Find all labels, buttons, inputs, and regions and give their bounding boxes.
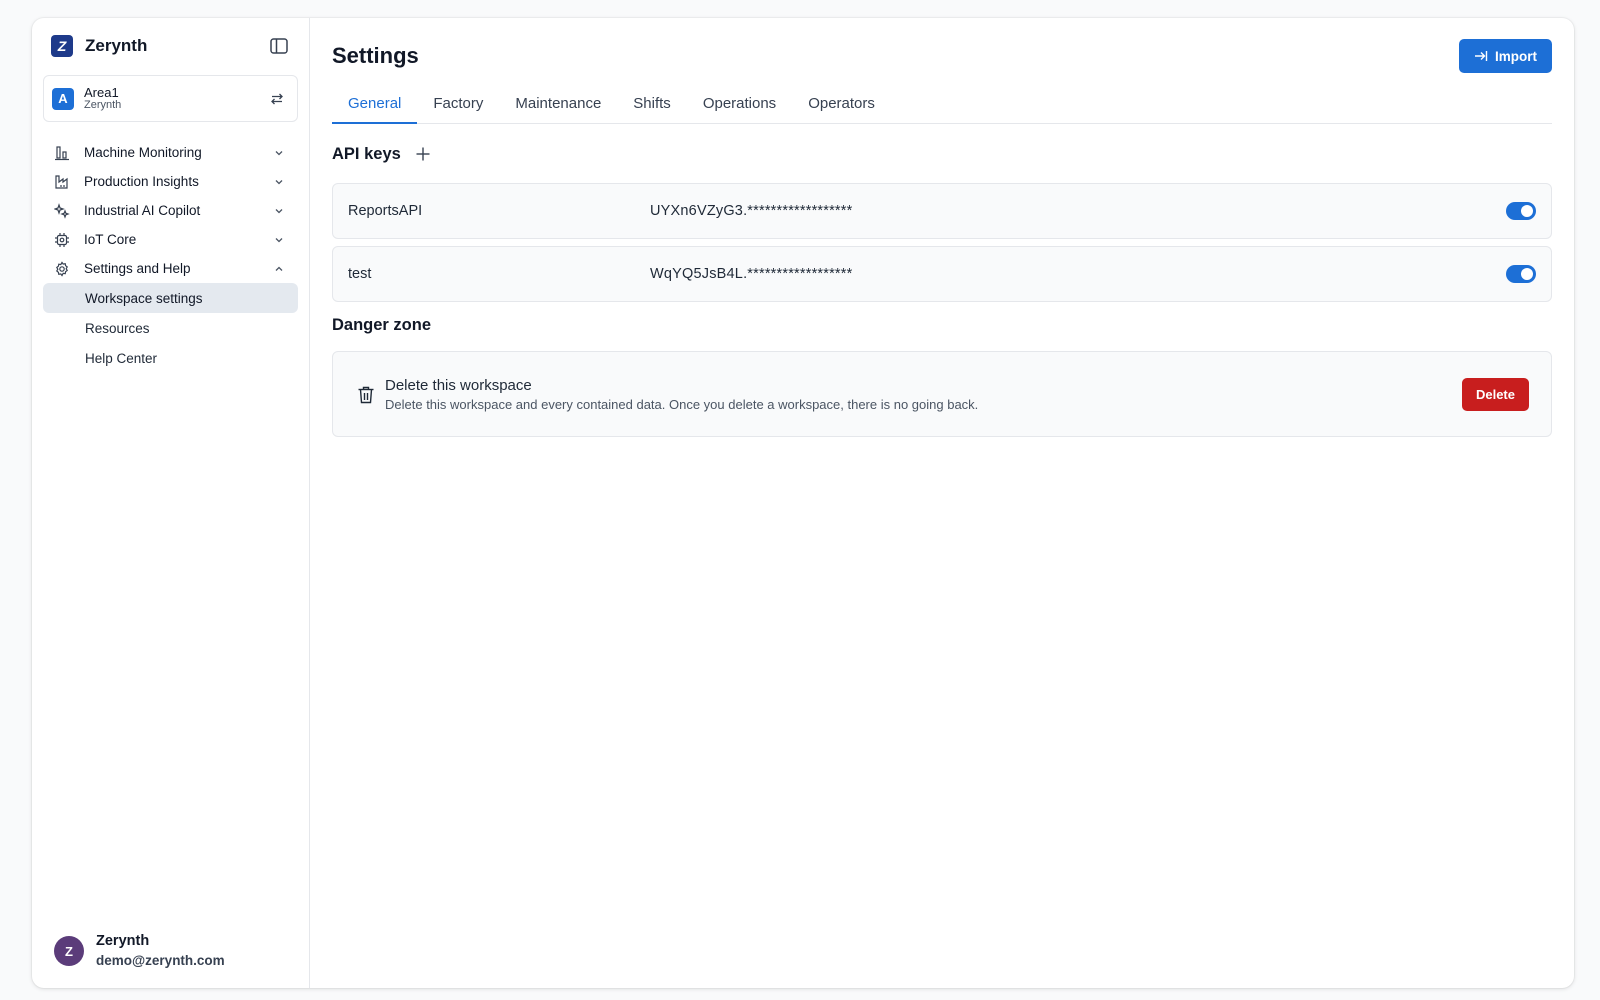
chart-bars-icon [53, 144, 71, 162]
tab-factory[interactable]: Factory [417, 93, 499, 124]
api-key-toggle[interactable] [1506, 202, 1536, 220]
brand-row: Z Zerynth [43, 32, 298, 60]
workspace-info: Area1 Zerynth [84, 86, 265, 111]
nav-label: Settings and Help [84, 261, 191, 276]
tab-maintenance[interactable]: Maintenance [499, 93, 617, 124]
chevron-down-icon [272, 204, 286, 218]
api-key-list: ReportsAPI UYXn6VZyG3.******************… [332, 183, 1552, 302]
workspace-name: Area1 [84, 84, 119, 100]
nav-item-industrial-ai-copilot[interactable]: Industrial AI Copilot [43, 196, 298, 225]
user-profile[interactable]: Z Zerynth demo@zerynth.com [54, 932, 225, 970]
nav-item-production-insights[interactable]: Production Insights [43, 167, 298, 196]
delete-workspace-button[interactable]: Delete [1461, 377, 1529, 411]
danger-heading: Delete this workspace [385, 376, 532, 394]
import-arrow-icon [1474, 50, 1488, 62]
sparkles-icon [53, 202, 71, 220]
nav-label: IoT Core [84, 232, 137, 247]
gear-icon [53, 260, 71, 278]
trash-icon [355, 384, 377, 406]
api-key-value: WqYQ5JsB4L.****************** [650, 266, 853, 282]
settings-tabs: General Factory Maintenance Shifts Opera… [332, 93, 1552, 124]
page-header: Settings Import [332, 38, 1552, 74]
brand-name: Zerynth [85, 36, 148, 55]
import-label: Import [1495, 48, 1537, 64]
brand-logo: Z [51, 35, 73, 57]
danger-description: Delete this workspace and every containe… [385, 396, 979, 412]
api-keys-header: API keys [332, 143, 1552, 165]
sidebar: Z Zerynth A Area1 Zerynth Machine Monito… [32, 18, 310, 988]
nav-label: Machine Monitoring [84, 145, 202, 160]
switch-arrows-icon[interactable] [265, 87, 289, 111]
import-button[interactable]: Import [1459, 39, 1552, 73]
api-key-name: ReportsAPI [348, 203, 423, 219]
api-key-name: test [348, 266, 372, 282]
nav-item-settings-and-help[interactable]: Settings and Help [43, 254, 298, 283]
api-key-toggle[interactable] [1506, 265, 1536, 283]
user-avatar: Z [54, 936, 84, 967]
danger-zone-title: Danger zone [332, 316, 432, 334]
api-key-row: test WqYQ5JsB4L.****************** [332, 246, 1552, 302]
nav-item-iot-core[interactable]: IoT Core [43, 225, 298, 254]
tab-operations[interactable]: Operations [687, 93, 792, 124]
workspace-org: Zerynth [84, 98, 122, 111]
chevron-down-icon [272, 233, 286, 247]
user-email: demo@zerynth.com [96, 952, 225, 968]
sub-item-resources[interactable]: Resources [43, 313, 298, 343]
sub-item-help-center[interactable]: Help Center [43, 343, 298, 373]
app-window: Z Zerynth A Area1 Zerynth Machine Monito… [32, 18, 1574, 988]
nav-label: Production Insights [84, 174, 199, 189]
factory-icon [53, 173, 71, 191]
tab-general[interactable]: General [332, 93, 418, 124]
sub-item-workspace-settings[interactable]: Workspace settings [43, 283, 298, 313]
chip-icon [53, 231, 71, 249]
main-nav: Machine Monitoring Production Insights I [43, 138, 298, 373]
api-key-row: ReportsAPI UYXn6VZyG3.****************** [332, 183, 1552, 239]
workspace-switcher[interactable]: A Area1 Zerynth [43, 75, 298, 122]
tab-shifts[interactable]: Shifts [617, 93, 687, 124]
danger-zone-card: Delete this workspace Delete this worksp… [332, 351, 1552, 437]
plus-icon[interactable] [413, 144, 433, 164]
chevron-down-icon [272, 175, 286, 189]
sidebar-toggle-icon[interactable] [268, 35, 290, 57]
nav-item-machine-monitoring[interactable]: Machine Monitoring [43, 138, 298, 167]
api-key-value: UYXn6VZyG3.****************** [650, 203, 853, 219]
user-name: Zerynth [96, 933, 150, 950]
user-info: Zerynth demo@zerynth.com [96, 932, 225, 970]
page-title: Settings [332, 43, 419, 68]
danger-zone-text: Delete this workspace Delete this worksp… [385, 377, 1462, 412]
tab-operators[interactable]: Operators [792, 93, 891, 124]
api-keys-title: API keys [332, 144, 401, 163]
chevron-up-icon [272, 262, 286, 276]
main-content: Settings Import General Factory Maintena… [310, 18, 1574, 988]
chevron-down-icon [272, 146, 286, 160]
workspace-avatar: A [52, 87, 74, 110]
nav-label: Industrial AI Copilot [84, 203, 201, 218]
